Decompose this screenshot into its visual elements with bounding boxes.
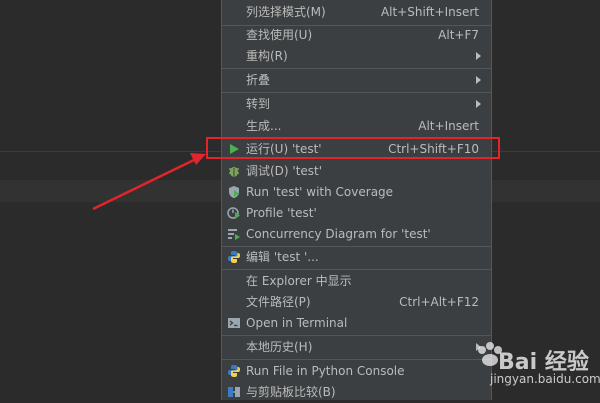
submenu-arrow-icon [476, 52, 481, 60]
menu-item-find-usages[interactable]: 查找使用(U) Alt+F7 [222, 24, 491, 46]
menu-item-label: 文件路径(P) [246, 295, 311, 309]
coverage-icon [229, 186, 239, 198]
profile-icon [227, 207, 240, 219]
terminal-icon [228, 318, 240, 328]
menu-item-label: 转到 [246, 97, 271, 111]
menu-item-shortcut: Ctrl+Alt+F12 [399, 295, 479, 309]
menu-item-refactor[interactable]: 重构(R) [222, 45, 491, 67]
menu-item-shortcut: Alt+F7 [438, 28, 479, 42]
menu-item-run-with-coverage[interactable]: Run 'test' with Coverage [222, 181, 491, 203]
menu-item-file-path[interactable]: 文件路径(P) Ctrl+Alt+F12 [222, 291, 491, 313]
menu-item-label: 折叠 [246, 73, 271, 87]
context-menu: 列选择模式(M) Alt+Shift+Insert 查找使用(U) Alt+F7… [221, 0, 492, 400]
watermark-url: jingyan.baidu.com [490, 372, 600, 386]
menu-item-generate[interactable]: 生成... Alt+Insert [222, 115, 491, 137]
menu-item-label: Run 'test' with Coverage [246, 185, 394, 199]
menu-item-label: 调试(D) 'test' [246, 164, 323, 178]
menu-item-goto[interactable]: 转到 [222, 93, 491, 115]
python-console-icon [228, 365, 240, 377]
debug-icon [229, 167, 239, 177]
menu-item-shortcut: Alt+Shift+Insert [380, 5, 479, 19]
menu-item-label: Profile 'test' [246, 206, 317, 220]
menu-item-concurrency-diagram[interactable]: Concurrency Diagram for 'test' [222, 223, 491, 245]
menu-item-label: 重构(R) [246, 49, 288, 63]
menu-item-label: 在 Explorer 中显示 [246, 274, 352, 288]
menu-item-edit-test[interactable]: 编辑 'test '... [222, 246, 491, 268]
menu-item-label: 本地历史(H) [246, 340, 313, 354]
menu-item-label: Run File in Python Console [246, 364, 405, 378]
concurrency-icon [228, 229, 240, 240]
submenu-arrow-icon [476, 100, 481, 108]
menu-item-label: 编辑 'test '... [246, 250, 319, 264]
menu-item-run-file-in-python-console[interactable]: Run File in Python Console [222, 360, 491, 382]
submenu-arrow-icon [476, 76, 481, 84]
menu-item-open-in-terminal[interactable]: Open in Terminal [222, 312, 491, 334]
menu-item-show-in-explorer[interactable]: 在 Explorer 中显示 [222, 270, 491, 292]
menu-item-label: 查找使用(U) [246, 28, 313, 42]
menu-item-label: Concurrency Diagram for 'test' [246, 227, 431, 241]
menu-item-shortcut: Alt+Insert [418, 119, 479, 133]
menu-item-column-selection-mode[interactable]: 列选择模式(M) Alt+Shift+Insert [222, 1, 491, 23]
python-icon [228, 251, 240, 263]
menu-item-label: Open in Terminal [246, 316, 348, 330]
compare-icon [228, 387, 240, 397]
highlight-box [206, 137, 500, 159]
menu-item-folding[interactable]: 折叠 [222, 69, 491, 91]
menu-item-label: 生成... [246, 119, 282, 133]
menu-item-debug-test[interactable]: 调试(D) 'test' [222, 160, 491, 182]
menu-item-profile-test[interactable]: Profile 'test' [222, 202, 491, 224]
menu-item-local-history[interactable]: 本地历史(H) [222, 336, 491, 358]
menu-item-label: 列选择模式(M) [246, 5, 326, 19]
